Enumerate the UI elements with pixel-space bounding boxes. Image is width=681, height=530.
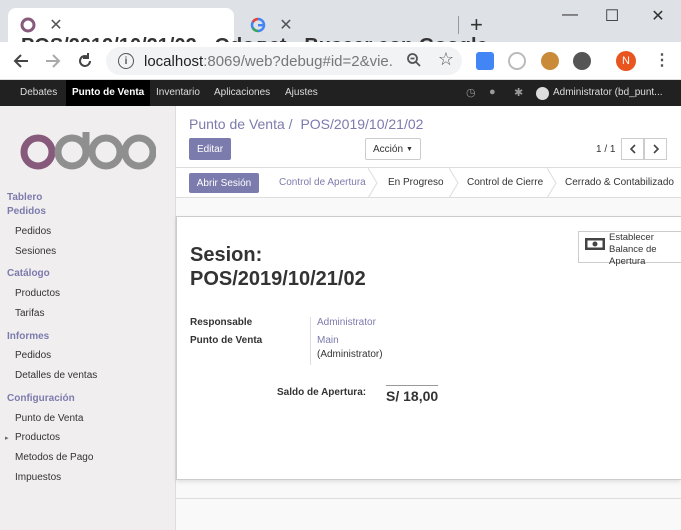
- action-dropdown[interactable]: Acción ▼: [365, 138, 421, 160]
- pos-config-label: Punto de Venta: [190, 335, 263, 346]
- odoo-icon: [20, 17, 36, 33]
- title-line: Sesion:: [190, 244, 263, 266]
- browser-tab-odoo[interactable]: POS/2019/10/21/02 - Odoo ✕: [8, 8, 267, 57]
- extension-icon[interactable]: [508, 52, 526, 70]
- reload-icon[interactable]: [72, 48, 98, 74]
- browser-tab-google[interactable]: .net - Buscar con Google ✕: [238, 8, 488, 57]
- address-bar[interactable]: i localhost:8069/web?debug#id=2&vie... ☆: [106, 47, 462, 75]
- form-statusbar: Abrir Sesión Control de Apertura En Prog…: [176, 168, 681, 198]
- zoom-icon[interactable]: [406, 52, 422, 72]
- sidebar-item-pedidos[interactable]: Pedidos: [15, 226, 51, 237]
- stage-control-de-apertura[interactable]: Control de Apertura: [279, 168, 366, 198]
- sidebar-item-informe-pedidos[interactable]: Pedidos: [15, 350, 51, 361]
- bookmark-star-icon[interactable]: ☆: [438, 49, 454, 70]
- sidebar-section-tablero[interactable]: Tablero: [7, 192, 42, 203]
- sidebar-section-configuracion[interactable]: Configuración: [7, 393, 75, 404]
- session-title: Sesion: POS/2019/10/21/02: [190, 243, 366, 291]
- close-window-button[interactable]: ✕: [646, 6, 670, 26]
- chevron-right-icon: [652, 144, 659, 154]
- app-sidebar: Tablero Pedidos Pedidos Sesiones Catálog…: [0, 106, 176, 530]
- tab-divider: [458, 16, 459, 34]
- stage-cerrado-contabilizado[interactable]: Cerrado & Contabilizado: [565, 168, 674, 198]
- close-tab-icon[interactable]: ✕: [46, 15, 66, 35]
- browser-toolbar: i localhost:8069/web?debug#id=2&vie... ☆…: [0, 42, 681, 80]
- opening-balance-label: Saldo de Apertura:: [277, 387, 367, 398]
- stage-arrow: [368, 168, 378, 198]
- pager-previous-button[interactable]: [621, 138, 644, 160]
- info-icon[interactable]: i: [118, 53, 134, 69]
- stage-arrow: [547, 168, 557, 198]
- set-opening-balance-button[interactable]: Establecer Balance de Apertura: [578, 231, 681, 267]
- sidebar-item-productos[interactable]: Productos: [15, 288, 60, 299]
- cookie-extension-icon[interactable]: [541, 52, 559, 70]
- responsible-value[interactable]: Administrator: [317, 317, 376, 328]
- responsible-label: Responsable: [190, 317, 253, 328]
- profile-avatar[interactable]: N: [616, 51, 636, 71]
- money-icon: [585, 238, 605, 250]
- sidebar-section-pedidos[interactable]: Pedidos: [7, 206, 46, 217]
- pos-config-value[interactable]: Main: [317, 335, 339, 346]
- stage-arrow: [449, 168, 459, 198]
- caret-down-icon: ▼: [406, 145, 413, 153]
- user-menu[interactable]: Administrator (bd_punt...: [536, 80, 663, 106]
- menu-ajustes[interactable]: Ajustes: [279, 80, 324, 106]
- close-tab-icon[interactable]: ✕: [276, 15, 296, 35]
- sidebar-item-metodos-de-pago[interactable]: Metodos de Pago: [15, 452, 93, 463]
- main-content: Punto de Venta / POS/2019/10/21/02 Edita…: [176, 106, 681, 530]
- chevron-left-icon: [629, 144, 636, 154]
- sidebar-item-sesiones[interactable]: Sesiones: [15, 246, 56, 257]
- browser-tab-bar: POS/2019/10/21/02 - Odoo ✕ .net - Buscar…: [0, 0, 681, 57]
- forward-icon[interactable]: [40, 48, 66, 74]
- back-icon[interactable]: [8, 48, 34, 74]
- chat-icon[interactable]: ●: [489, 86, 496, 98]
- breadcrumb: Punto de Venta / POS/2019/10/21/02: [189, 116, 423, 132]
- sidebar-item-config-punto-de-venta[interactable]: Punto de Venta: [15, 413, 83, 424]
- sidebar-section-catalogo[interactable]: Catálogo: [7, 268, 50, 279]
- menu-punto-de-venta[interactable]: Punto de Venta: [66, 80, 151, 106]
- odoo-navbar: Debates Punto de Venta Inventario Aplica…: [0, 80, 681, 106]
- odoo-logo: [20, 132, 156, 170]
- extension-icon[interactable]: [573, 52, 591, 70]
- avatar: [536, 86, 549, 100]
- sidebar-item-impuestos[interactable]: Impuestos: [15, 472, 61, 483]
- edit-button[interactable]: Editar: [189, 138, 231, 160]
- sidebar-section-informes[interactable]: Informes: [7, 331, 49, 342]
- maximize-button[interactable]: ☐: [600, 6, 624, 26]
- browser-menu-icon[interactable]: ⋮: [654, 50, 670, 70]
- form-sheet: Establecer Balance de Apertura Sesion: P…: [176, 216, 681, 480]
- smart-button-label: Establecer Balance de Apertura: [609, 232, 657, 267]
- stage-control-de-cierre[interactable]: Control de Cierre: [467, 168, 543, 198]
- expand-caret-icon[interactable]: ▸: [5, 434, 9, 442]
- sidebar-item-tarifas[interactable]: Tarifas: [15, 308, 44, 319]
- debug-bug-icon[interactable]: ✱: [514, 86, 523, 99]
- sidebar-item-detalles-de-ventas[interactable]: Detalles de ventas: [15, 370, 97, 381]
- title-line: POS/2019/10/21/02: [190, 268, 366, 290]
- pager-next-button[interactable]: [644, 138, 667, 160]
- menu-aplicaciones[interactable]: Aplicaciones: [208, 80, 276, 106]
- action-label: Acción: [373, 143, 404, 155]
- stage-en-progreso[interactable]: En Progreso: [388, 168, 444, 198]
- opening-balance-value: S/ 18,00: [386, 385, 439, 404]
- user-name: Administrator (bd_punt...: [553, 87, 663, 98]
- menu-debates[interactable]: Debates: [14, 80, 63, 106]
- pager-value[interactable]: 1 / 1: [596, 144, 615, 155]
- pos-config-user-value: (Administrator): [317, 349, 383, 360]
- google-icon: [250, 17, 266, 33]
- new-tab-button[interactable]: +: [470, 12, 483, 38]
- translate-extension-icon[interactable]: [476, 52, 494, 70]
- field-divider: [310, 317, 311, 365]
- breadcrumb-separator: /: [288, 116, 293, 132]
- breadcrumb-parent[interactable]: Punto de Venta: [189, 116, 285, 132]
- activity-clock-icon[interactable]: ◷: [466, 86, 476, 99]
- sidebar-item-config-productos[interactable]: Productos: [15, 432, 60, 443]
- open-session-button[interactable]: Abrir Sesión: [189, 173, 259, 193]
- chatter-area: [176, 498, 681, 530]
- minimize-button[interactable]: —: [558, 6, 582, 24]
- control-panel: Punto de Venta / POS/2019/10/21/02 Edita…: [176, 106, 681, 168]
- url-text[interactable]: localhost:8069/web?debug#id=2&vie...: [144, 53, 394, 70]
- menu-inventario[interactable]: Inventario: [150, 80, 206, 106]
- breadcrumb-current: POS/2019/10/21/02: [300, 116, 424, 132]
